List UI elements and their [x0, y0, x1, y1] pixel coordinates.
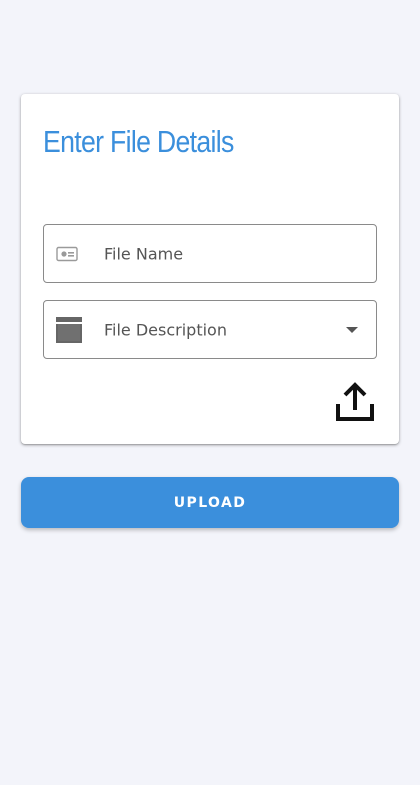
page-title: Enter File Details — [43, 124, 234, 159]
file-details-card: Enter File Details File Name File Descri… — [21, 94, 399, 444]
file-name-placeholder: File Name — [104, 244, 184, 263]
badge-icon — [56, 246, 78, 262]
file-description-placeholder: File Description — [104, 320, 227, 339]
web-asset-icon — [56, 316, 82, 343]
upload-share-icon[interactable] — [333, 380, 377, 424]
file-name-field[interactable]: File Name — [43, 224, 377, 283]
file-description-select[interactable]: File Description — [43, 300, 377, 359]
arrow-drop-down-icon — [346, 326, 358, 333]
upload-button[interactable]: UPLOAD — [21, 477, 399, 528]
